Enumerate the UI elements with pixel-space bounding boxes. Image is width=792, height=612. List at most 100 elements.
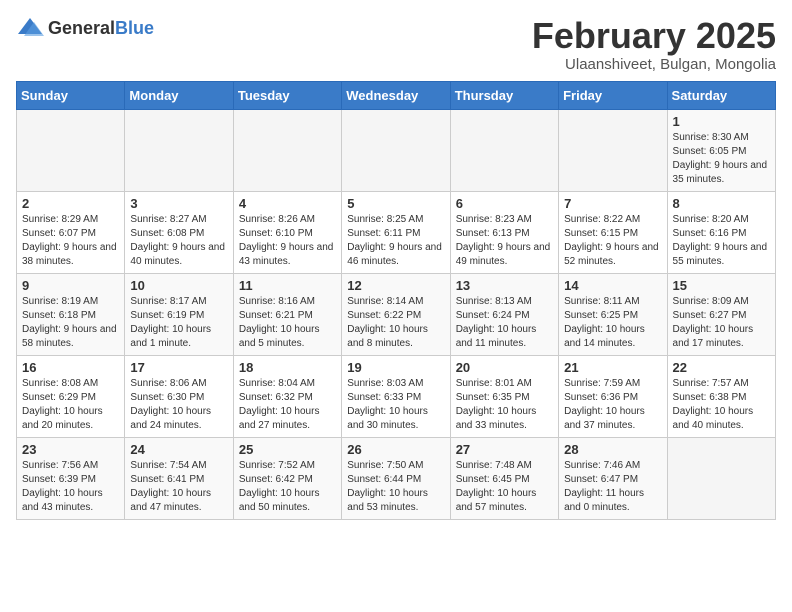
day-info: Sunrise: 8:19 AM Sunset: 6:18 PM Dayligh… — [22, 295, 119, 351]
day-cell: 23Sunrise: 7:56 AM Sunset: 6:39 PM Dayli… — [17, 437, 125, 519]
day-info: Sunrise: 8:14 AM Sunset: 6:22 PM Dayligh… — [347, 295, 444, 351]
weekday-header-thursday: Thursday — [450, 81, 558, 109]
day-cell: 17 Sunrise: 8:06 AM Sunset: 6:30 PM Dayli… — [125, 355, 233, 437]
day-info: Sunrise: 8:23 AM Sunset: 6:13 PM Dayligh… — [456, 213, 553, 269]
day-cell: 8 Sunrise: 8:20 AM Sunset: 6:16 PM Daylig… — [667, 191, 775, 273]
day-cell: 4 Sunrise: 8:26 AM Sunset: 6:10 PM Daylig… — [233, 191, 341, 273]
day-info: Sunrise: 8:13 AM Sunset: 6:24 PM Dayligh… — [456, 295, 553, 351]
day-info: Sunrise: 8:25 AM Sunset: 6:11 PM Dayligh… — [347, 213, 444, 269]
day-cell — [559, 109, 667, 191]
calendar-subtitle: Ulaanshiveet, Bulgan, Mongolia — [532, 56, 776, 73]
day-number: 7 — [564, 196, 661, 211]
logo-icon — [16, 16, 44, 40]
day-info: Sunrise: 8:27 AM Sunset: 6:08 PM Dayligh… — [130, 213, 227, 269]
day-info: Sunrise: 7:54 AM Sunset: 6:41 PM Dayligh… — [130, 459, 227, 515]
day-info: Sunrise: 8:26 AM Sunset: 6:10 PM Dayligh… — [239, 213, 336, 269]
day-info: Sunrise: 8:01 AM Sunset: 6:35 PM Dayligh… — [456, 377, 553, 433]
day-cell: 2 Sunrise: 8:29 AM Sunset: 6:07 PM Daylig… — [17, 191, 125, 273]
day-cell: 5 Sunrise: 8:25 AM Sunset: 6:11 PM Daylig… — [342, 191, 450, 273]
logo-general: General — [48, 18, 115, 38]
weekday-header-saturday: Saturday — [667, 81, 775, 109]
day-info: Sunrise: 7:46 AM Sunset: 6:47 PM Dayligh… — [564, 459, 661, 515]
weekday-header-row: SundayMondayTuesdayWednesdayThursdayFrid… — [17, 81, 776, 109]
day-number: 25 — [239, 442, 336, 457]
day-cell: 26 Sunrise: 7:50 AM Sunset: 6:44 PM Dayli… — [342, 437, 450, 519]
day-info: Sunrise: 8:06 AM Sunset: 6:30 PM Dayligh… — [130, 377, 227, 433]
day-cell — [342, 109, 450, 191]
weekday-header-sunday: Sunday — [17, 81, 125, 109]
day-cell: 21 Sunrise: 7:59 AM Sunset: 6:36 PM Dayli… — [559, 355, 667, 437]
calendar-table: SundayMondayTuesdayWednesdayThursdayFrid… — [16, 81, 776, 520]
day-info: Sunrise: 8:20 AM Sunset: 6:16 PM Dayligh… — [673, 213, 770, 269]
day-number: 10 — [130, 278, 227, 293]
day-cell: 13 Sunrise: 8:13 AM Sunset: 6:24 PM Dayli… — [450, 273, 558, 355]
day-number: 26 — [347, 442, 444, 457]
day-number: 2 — [22, 196, 119, 211]
weekday-header-friday: Friday — [559, 81, 667, 109]
day-cell: 15 Sunrise: 8:09 AM Sunset: 6:27 PM Dayli… — [667, 273, 775, 355]
day-cell: 9 Sunrise: 8:19 AM Sunset: 6:18 PM Daylig… — [17, 273, 125, 355]
day-cell: 6 Sunrise: 8:23 AM Sunset: 6:13 PM Daylig… — [450, 191, 558, 273]
day-cell: 16Sunrise: 8:08 AM Sunset: 6:29 PM Dayli… — [17, 355, 125, 437]
day-number: 15 — [673, 278, 770, 293]
day-cell: 22 Sunrise: 7:57 AM Sunset: 6:38 PM Dayli… — [667, 355, 775, 437]
day-cell: 11 Sunrise: 8:16 AM Sunset: 6:21 PM Dayli… — [233, 273, 341, 355]
day-info: Sunrise: 7:48 AM Sunset: 6:45 PM Dayligh… — [456, 459, 553, 515]
day-number: 12 — [347, 278, 444, 293]
week-row-4: 16Sunrise: 8:08 AM Sunset: 6:29 PM Dayli… — [17, 355, 776, 437]
day-number: 1 — [673, 114, 770, 129]
day-number: 5 — [347, 196, 444, 211]
title-block: February 2025 Ulaanshiveet, Bulgan, Mong… — [532, 16, 776, 73]
weekday-header-wednesday: Wednesday — [342, 81, 450, 109]
day-cell — [667, 437, 775, 519]
day-cell — [233, 109, 341, 191]
day-cell: 20 Sunrise: 8:01 AM Sunset: 6:35 PM Dayli… — [450, 355, 558, 437]
day-info: Sunrise: 7:50 AM Sunset: 6:44 PM Dayligh… — [347, 459, 444, 515]
day-cell: 28Sunrise: 7:46 AM Sunset: 6:47 PM Dayli… — [559, 437, 667, 519]
day-info: Sunrise: 8:16 AM Sunset: 6:21 PM Dayligh… — [239, 295, 336, 351]
day-info: Sunrise: 7:52 AM Sunset: 6:42 PM Dayligh… — [239, 459, 336, 515]
day-number: 22 — [673, 360, 770, 375]
day-info: Sunrise: 8:29 AM Sunset: 6:07 PM Dayligh… — [22, 213, 119, 269]
day-cell — [125, 109, 233, 191]
day-info: Sunrise: 8:08 AM Sunset: 6:29 PM Dayligh… — [22, 377, 119, 433]
day-cell: 27 Sunrise: 7:48 AM Sunset: 6:45 PM Dayli… — [450, 437, 558, 519]
day-info: Sunrise: 8:11 AM Sunset: 6:25 PM Dayligh… — [564, 295, 661, 351]
day-number: 6 — [456, 196, 553, 211]
week-row-2: 2 Sunrise: 8:29 AM Sunset: 6:07 PM Daylig… — [17, 191, 776, 273]
calendar-title: February 2025 — [532, 16, 776, 56]
day-number: 13 — [456, 278, 553, 293]
day-info: Sunrise: 8:22 AM Sunset: 6:15 PM Dayligh… — [564, 213, 661, 269]
day-cell: 12 Sunrise: 8:14 AM Sunset: 6:22 PM Dayli… — [342, 273, 450, 355]
day-info: Sunrise: 8:17 AM Sunset: 6:19 PM Dayligh… — [130, 295, 227, 351]
page-header: GeneralBlue February 2025 Ulaanshiveet, … — [16, 16, 776, 73]
logo: GeneralBlue — [16, 16, 154, 40]
day-number: 8 — [673, 196, 770, 211]
week-row-1: 1Sunrise: 8:30 AM Sunset: 6:05 PM Daylig… — [17, 109, 776, 191]
day-info: Sunrise: 7:57 AM Sunset: 6:38 PM Dayligh… — [673, 377, 770, 433]
day-number: 18 — [239, 360, 336, 375]
day-number: 19 — [347, 360, 444, 375]
day-cell: 25 Sunrise: 7:52 AM Sunset: 6:42 PM Dayli… — [233, 437, 341, 519]
day-cell: 18Sunrise: 8:04 AM Sunset: 6:32 PM Dayli… — [233, 355, 341, 437]
day-cell: 19 Sunrise: 8:03 AM Sunset: 6:33 PM Dayli… — [342, 355, 450, 437]
day-info: Sunrise: 7:59 AM Sunset: 6:36 PM Dayligh… — [564, 377, 661, 433]
logo-text: GeneralBlue — [48, 18, 154, 39]
day-cell: 14Sunrise: 8:11 AM Sunset: 6:25 PM Dayli… — [559, 273, 667, 355]
day-number: 17 — [130, 360, 227, 375]
day-number: 4 — [239, 196, 336, 211]
day-number: 27 — [456, 442, 553, 457]
day-cell: 10 Sunrise: 8:17 AM Sunset: 6:19 PM Dayli… — [125, 273, 233, 355]
day-number: 23 — [22, 442, 119, 457]
day-info: Sunrise: 8:09 AM Sunset: 6:27 PM Dayligh… — [673, 295, 770, 351]
day-number: 24 — [130, 442, 227, 457]
day-cell: 7 Sunrise: 8:22 AM Sunset: 6:15 PM Daylig… — [559, 191, 667, 273]
day-number: 20 — [456, 360, 553, 375]
day-info: Sunrise: 8:03 AM Sunset: 6:33 PM Dayligh… — [347, 377, 444, 433]
day-cell — [17, 109, 125, 191]
day-number: 9 — [22, 278, 119, 293]
day-cell: 1Sunrise: 8:30 AM Sunset: 6:05 PM Daylig… — [667, 109, 775, 191]
weekday-header-tuesday: Tuesday — [233, 81, 341, 109]
day-number: 11 — [239, 278, 336, 293]
day-number: 21 — [564, 360, 661, 375]
